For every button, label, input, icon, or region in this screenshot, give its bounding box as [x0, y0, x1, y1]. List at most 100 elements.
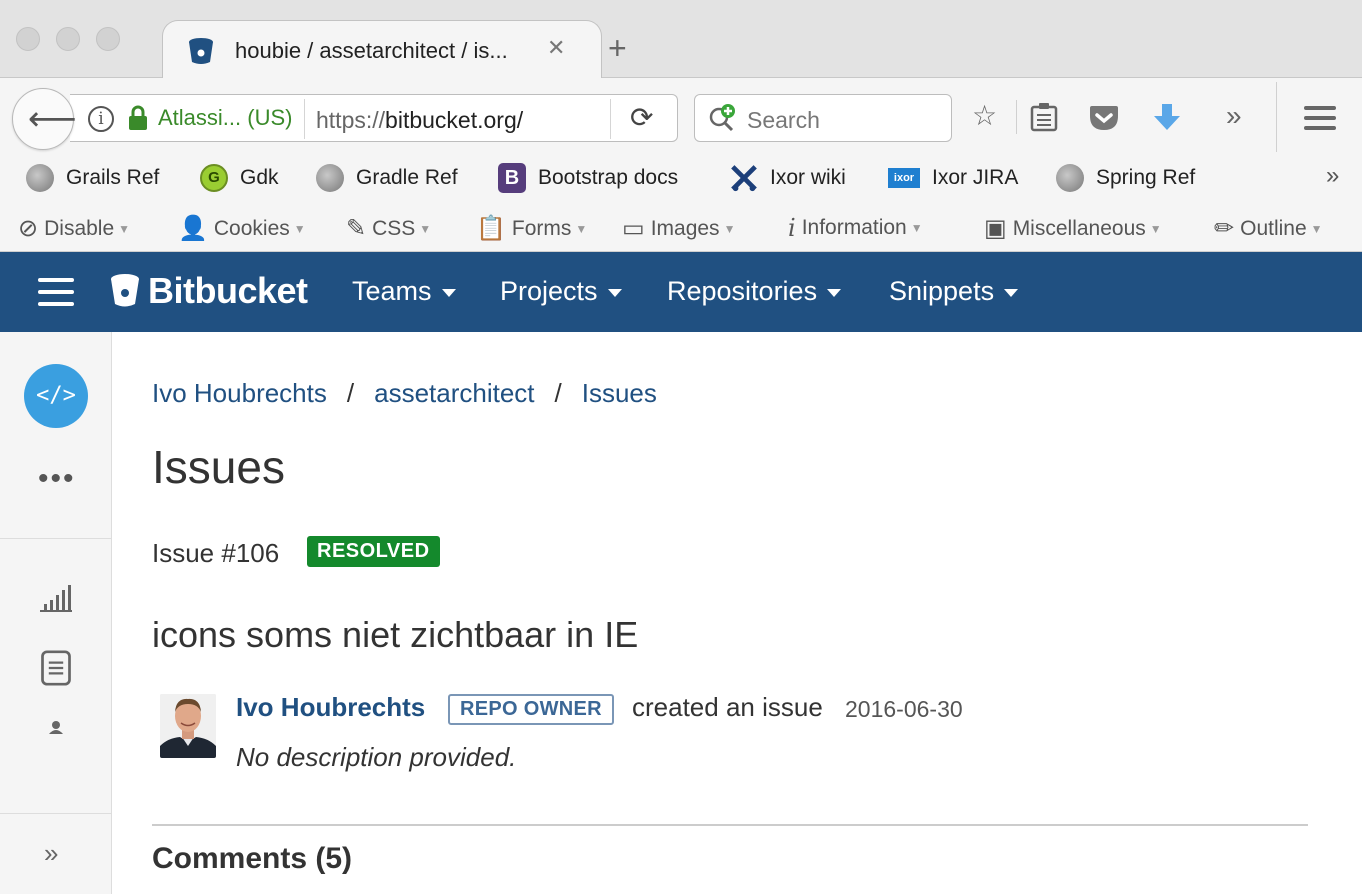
bookmark-label: Gdk: [240, 166, 279, 189]
bitbucket-favicon-icon: [189, 38, 213, 64]
breadcrumb-repo-link[interactable]: assetarchitect: [374, 378, 534, 408]
pocket-icon[interactable]: [1088, 104, 1120, 132]
new-tab-button[interactable]: +: [608, 32, 627, 64]
pencil-icon: ✏: [1214, 215, 1235, 242]
issue-date: 2016-06-30: [845, 696, 963, 722]
bookmark-gdk[interactable]: G Gdk: [200, 162, 279, 194]
tab-close-icon[interactable]: ✕: [547, 35, 565, 61]
caret-down-icon: ▼: [293, 221, 306, 236]
reload-divider: [610, 99, 611, 139]
breadcrumb-issues-link[interactable]: Issues: [582, 378, 657, 408]
bitbucket-logo[interactable]: Bitbucket: [110, 270, 308, 312]
nav-teams[interactable]: Teams: [352, 276, 456, 307]
author-link[interactable]: Ivo Houbrechts: [236, 692, 425, 723]
zoom-window-button[interactable]: [96, 27, 120, 51]
close-window-button[interactable]: [16, 27, 40, 51]
clipboard-icon: 📋: [476, 215, 506, 242]
bookmark-bootstrap-docs[interactable]: B Bootstrap docs: [498, 162, 678, 194]
comments-heading: Comments (5): [152, 842, 353, 875]
section-divider: [152, 824, 1308, 826]
address-bar[interactable]: i Atlassi... (US) https://bitbucket.org/…: [70, 94, 678, 142]
globe-icon: [1056, 164, 1084, 192]
reload-icon[interactable]: ⟳: [630, 101, 653, 134]
bookmark-grails-ref[interactable]: Grails Ref: [26, 162, 159, 194]
bookmarks-overflow-icon[interactable]: »: [1326, 162, 1339, 190]
dropdown-caret-icon: [607, 288, 622, 297]
search-icon: [709, 104, 735, 132]
devtool-disable[interactable]: ⊘ Disable ▼: [18, 214, 130, 243]
toolbar-divider: [1016, 100, 1017, 134]
nav-label: Projects: [500, 276, 598, 306]
image-icon: ▭: [622, 215, 645, 242]
globe-icon: [26, 164, 54, 192]
caret-down-icon: ▼: [910, 221, 923, 235]
hamburger-menu-icon[interactable]: [38, 278, 74, 306]
nav-label: Snippets: [889, 276, 995, 306]
nav-repositories[interactable]: Repositories: [667, 276, 842, 307]
bookmark-spring-ref[interactable]: Spring Ref: [1056, 162, 1195, 194]
dropdown-caret-icon: [1004, 288, 1019, 297]
devtool-label: Information: [801, 216, 907, 239]
devtool-outline[interactable]: ✏ Outline ▼: [1214, 214, 1323, 243]
document-icon[interactable]: [38, 650, 74, 686]
bitbucket-logo-icon: [111, 274, 139, 307]
devtool-images[interactable]: ▭ Images ▼: [622, 214, 735, 243]
dropdown-caret-icon: [827, 288, 842, 297]
devtool-label: CSS: [372, 216, 416, 240]
nav-projects[interactable]: Projects: [500, 276, 622, 307]
devtool-forms[interactable]: 📋 Forms ▼: [476, 214, 587, 243]
expand-sidebar-icon[interactable]: »: [44, 838, 58, 869]
devtool-miscellaneous[interactable]: ▣ Miscellaneous ▼: [984, 214, 1162, 243]
browser-chrome: houbie / assetarchitect / is... ✕ + i At…: [0, 0, 1362, 252]
back-button[interactable]: ⟵: [12, 88, 77, 150]
search-field[interactable]: Search: [694, 94, 952, 142]
gdk-icon: G: [200, 164, 228, 192]
overflow-chevron-icon[interactable]: »: [1226, 100, 1242, 132]
main-content: Ivo Houbrechts / assetarchitect / Issues Iss…: [152, 332, 1312, 894]
breadcrumb-separator: /: [554, 378, 562, 408]
site-identity[interactable]: Atlassi... (US): [158, 105, 292, 131]
bookmark-gradle-ref[interactable]: Gradle Ref: [316, 162, 458, 194]
browser-tab-active[interactable]: houbie / assetarchitect / is... ✕: [162, 20, 602, 79]
web-developer-toolbar: ⊘ Disable ▼ 👤 Cookies ▼ ✎ CSS ▼ 📋 Forms ▼ ▭ Image…: [0, 202, 1362, 252]
devtool-label: Disable: [44, 216, 115, 240]
author-avatar-image: [160, 694, 216, 758]
devtool-label: Images: [650, 216, 720, 240]
bookmark-star-icon[interactable]: ☆: [972, 100, 997, 132]
reading-list-icon[interactable]: [1030, 102, 1058, 132]
url-text[interactable]: https://bitbucket.org/: [316, 107, 523, 134]
bookmarks-bar: Grails Ref G Gdk Gradle Ref B Bootstrap do…: [0, 154, 1362, 202]
menu-icon[interactable]: [1304, 104, 1336, 132]
search-placeholder: Search: [747, 107, 820, 133]
info-icon[interactable]: i: [88, 106, 114, 132]
nav-snippets[interactable]: Snippets: [889, 276, 1019, 307]
navigation-toolbar: i Atlassi... (US) https://bitbucket.org/…: [0, 78, 1362, 154]
caret-down-icon: ▼: [1149, 221, 1162, 236]
avatar[interactable]: [160, 694, 216, 758]
url-divider: [304, 99, 305, 139]
ixor-wiki-icon: [730, 164, 758, 192]
bookmark-ixor-wiki[interactable]: Ixor wiki: [730, 162, 846, 194]
nav-label: Repositories: [667, 276, 818, 306]
caret-down-icon: ▼: [723, 221, 736, 236]
user-icon[interactable]: [38, 720, 74, 738]
breadcrumb-owner-link[interactable]: Ivo Houbrechts: [152, 378, 327, 408]
sidebar-divider: [0, 813, 112, 814]
bookmark-ixor-jira[interactable]: ixor Ixor JIRA: [888, 162, 1018, 194]
ixor-jira-icon: ixor: [888, 164, 920, 192]
issue-action-text: created an issue: [632, 692, 823, 722]
minimize-window-button[interactable]: [56, 27, 80, 51]
bitbucket-wordmark: Bitbucket: [148, 270, 308, 311]
devtool-cookies[interactable]: 👤 Cookies ▼: [178, 214, 306, 243]
devtool-css[interactable]: ✎ CSS ▼: [346, 214, 431, 243]
downloads-icon[interactable]: [1152, 102, 1182, 134]
status-badge: RESOLVED: [307, 536, 440, 567]
stats-bars-icon[interactable]: [38, 580, 74, 616]
devtool-information[interactable]: i Information ▼: [788, 214, 923, 242]
bookmark-label: Ixor wiki: [770, 166, 846, 189]
caret-down-icon: ▼: [419, 221, 432, 236]
source-code-icon[interactable]: </>: [24, 364, 88, 428]
more-actions-icon[interactable]: •••: [38, 464, 76, 494]
bookmark-label: Bootstrap docs: [538, 166, 679, 189]
lock-icon: [129, 105, 147, 130]
